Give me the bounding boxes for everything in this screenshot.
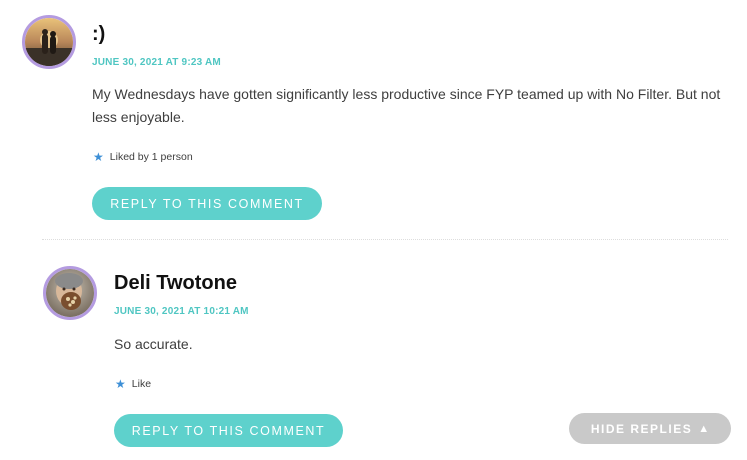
like-widget[interactable]: ★ Liked by 1 person bbox=[93, 151, 193, 163]
reply-button[interactable]: REPLY TO THIS COMMENT bbox=[92, 187, 322, 220]
like-text: Liked by 1 person bbox=[109, 151, 193, 163]
comment-author: Deli Twotone bbox=[114, 272, 237, 294]
comment-date-link[interactable]: JUNE 30, 2021 AT 10:21 AM bbox=[114, 307, 249, 317]
avatar[interactable] bbox=[22, 15, 76, 69]
hide-replies-button[interactable]: HIDE REPLIES ▲ bbox=[569, 413, 731, 444]
comment-text: My Wednesdays have gotten significantly … bbox=[92, 86, 721, 125]
comment-author: :) bbox=[92, 23, 106, 45]
star-icon: ★ bbox=[93, 150, 104, 164]
avatar-photo bbox=[25, 18, 73, 66]
triangle-up-icon: ▲ bbox=[698, 422, 710, 435]
avatar-photo bbox=[46, 269, 94, 317]
divider bbox=[42, 239, 728, 240]
reply-button[interactable]: REPLY TO THIS COMMENT bbox=[114, 414, 343, 447]
like-text: Like bbox=[131, 378, 152, 390]
star-icon: ★ bbox=[115, 377, 126, 391]
like-widget[interactable]: ★ Like bbox=[115, 378, 151, 390]
comment-date-link[interactable]: JUNE 30, 2021 AT 9:23 AM bbox=[92, 58, 221, 68]
hide-replies-label: HIDE REPLIES bbox=[590, 421, 693, 436]
avatar[interactable] bbox=[43, 266, 97, 320]
comment-text: So accurate. bbox=[114, 336, 193, 352]
